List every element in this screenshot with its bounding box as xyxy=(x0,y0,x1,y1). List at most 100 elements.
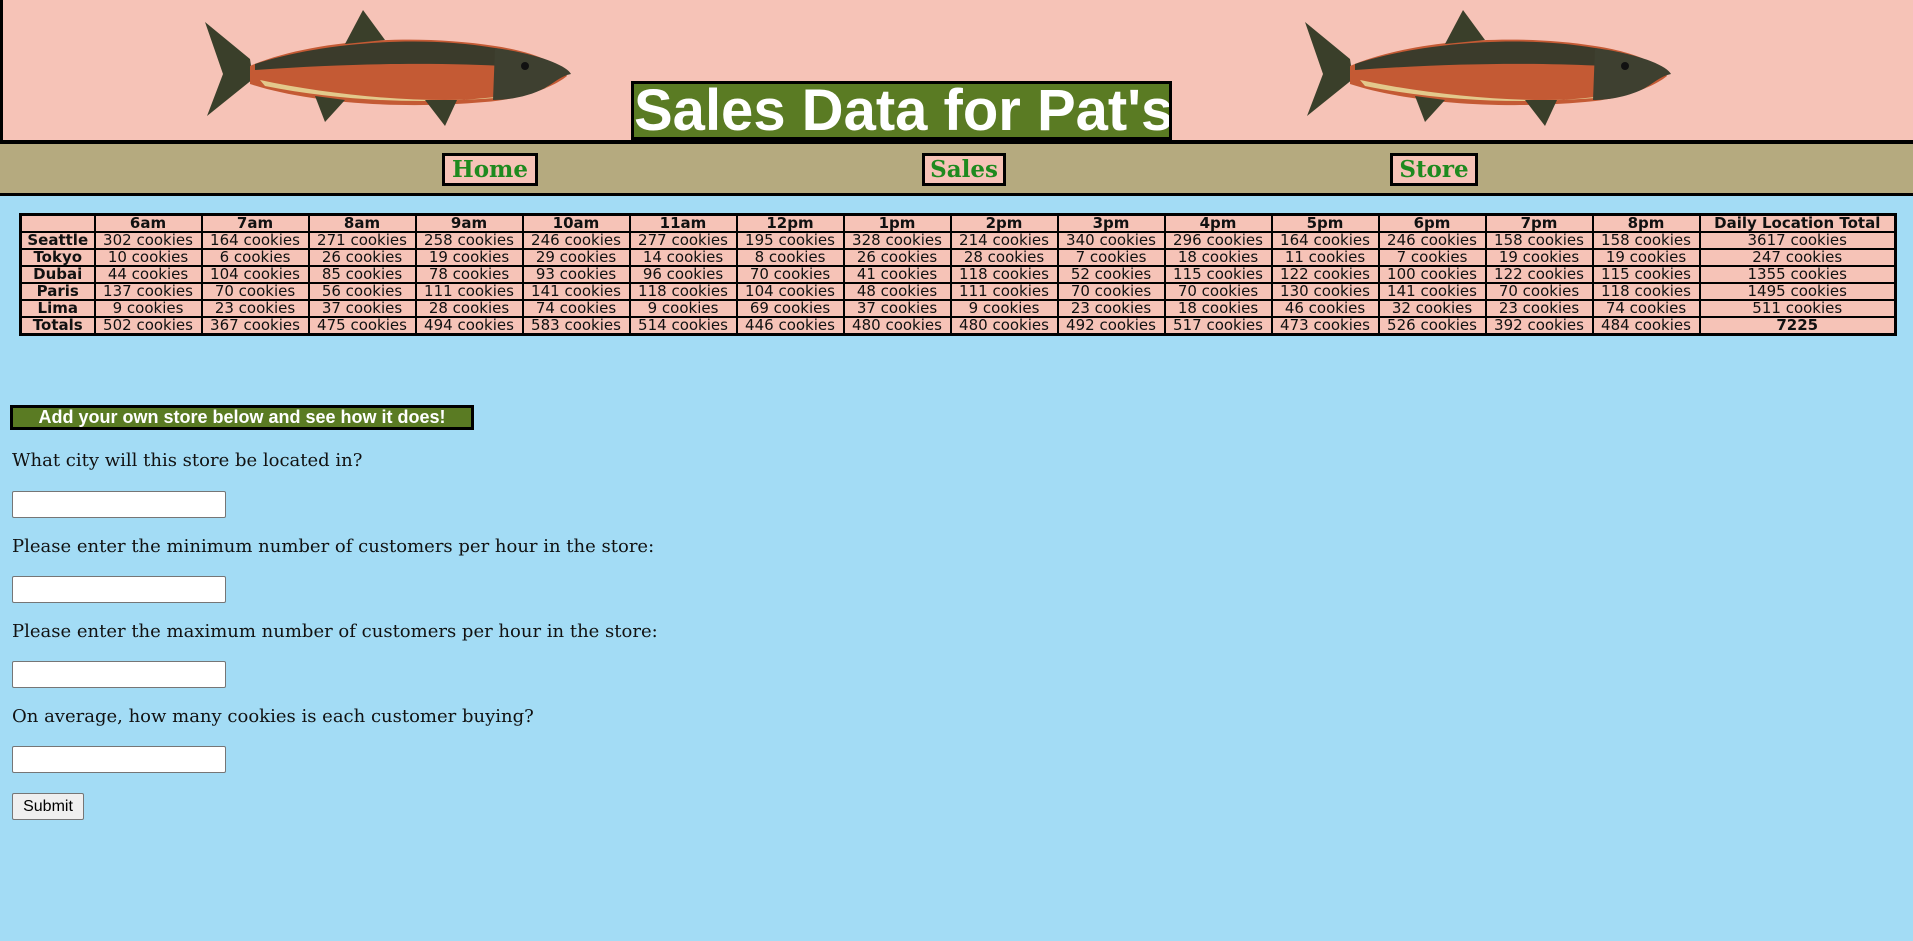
totals-cell: 484 cookies xyxy=(1591,316,1701,336)
sales-table: 6am 7am 8am 9am 10am 11am 12pm 1pm 2pm 3pm 4pm 5pm 6… xyxy=(19,213,1897,336)
table-cell: 214 cookies xyxy=(949,231,1059,250)
table-cell: 52 cookies xyxy=(1056,265,1166,284)
table-cell: 32 cookies xyxy=(1377,299,1487,318)
table-cell: 29 cookies xyxy=(521,248,631,267)
column-header: 1pm xyxy=(842,213,952,233)
table-cell: 74 cookies xyxy=(521,299,631,318)
table-cell: 69 cookies xyxy=(735,299,845,318)
table-cell: 85 cookies xyxy=(307,265,417,284)
table-cell: 340 cookies xyxy=(1056,231,1166,250)
min-customers-label: Please enter the minimum number of custo… xyxy=(12,536,655,557)
table-cell: 122 cookies xyxy=(1270,265,1380,284)
max-customers-input[interactable] xyxy=(12,661,226,688)
row-location-name: Dubai xyxy=(19,265,96,284)
table-cell: 93 cookies xyxy=(521,265,631,284)
table-cell: 7 cookies xyxy=(1056,248,1166,267)
table-cell: 246 cookies xyxy=(521,231,631,250)
table-cell: 118 cookies xyxy=(1591,282,1701,301)
table-cell: 141 cookies xyxy=(521,282,631,301)
totals-cell: 526 cookies xyxy=(1377,316,1487,336)
table-cell: 1355 cookies xyxy=(1698,265,1897,284)
table-cell: 70 cookies xyxy=(1163,282,1273,301)
table-cell: 18 cookies xyxy=(1163,248,1273,267)
table-cell: 9 cookies xyxy=(93,299,203,318)
column-header: 2pm xyxy=(949,213,1059,233)
table-cell: 23 cookies xyxy=(1484,299,1594,318)
grand-total-cell: 7225 xyxy=(1698,316,1897,336)
column-header: 7pm xyxy=(1484,213,1594,233)
table-cell: 137 cookies xyxy=(93,282,203,301)
table-cell: 111 cookies xyxy=(949,282,1059,301)
column-header: 8pm xyxy=(1591,213,1701,233)
table-cell: 28 cookies xyxy=(414,299,524,318)
table-cell: 28 cookies xyxy=(949,248,1059,267)
table-cell: 10 cookies xyxy=(93,248,203,267)
table-row: Tokyo 10 cookies 6 cookies 26 cookies 19 coo… xyxy=(19,248,1897,267)
table-cell: 258 cookies xyxy=(414,231,524,250)
column-header: 4pm xyxy=(1163,213,1273,233)
nav-link-store[interactable]: Store xyxy=(1390,153,1478,186)
column-header: 7am xyxy=(200,213,310,233)
totals-cell: 392 cookies xyxy=(1484,316,1594,336)
table-cell: 158 cookies xyxy=(1484,231,1594,250)
column-header: 12pm xyxy=(735,213,845,233)
avg-cookies-input[interactable] xyxy=(12,746,226,773)
totals-cell: 475 cookies xyxy=(307,316,417,336)
table-cell: 1495 cookies xyxy=(1698,282,1897,301)
table-cell: 118 cookies xyxy=(949,265,1059,284)
table-cell: 115 cookies xyxy=(1591,265,1701,284)
totals-cell: 517 cookies xyxy=(1163,316,1273,336)
column-header: Daily Location Total xyxy=(1698,213,1897,233)
table-cell: 302 cookies xyxy=(93,231,203,250)
table-cell: 104 cookies xyxy=(200,265,310,284)
totals-cell: 583 cookies xyxy=(521,316,631,336)
table-cell: 246 cookies xyxy=(1377,231,1487,250)
table-cell: 70 cookies xyxy=(1484,282,1594,301)
table-row: Seattle 302 cookies 164 cookies 271 cookies… xyxy=(19,231,1897,250)
totals-cell: 514 cookies xyxy=(628,316,738,336)
totals-cell: 494 cookies xyxy=(414,316,524,336)
totals-row: Totals 502 cookies 367 cookies 475 cookies 4… xyxy=(19,316,1897,336)
column-header xyxy=(19,213,96,233)
table-cell: 9 cookies xyxy=(628,299,738,318)
column-header: 5pm xyxy=(1270,213,1380,233)
table-cell: 111 cookies xyxy=(414,282,524,301)
totals-label: Totals xyxy=(19,316,96,336)
table-cell: 158 cookies xyxy=(1591,231,1701,250)
page-title: Sales Data for Pat's xyxy=(631,81,1172,140)
table-cell: 8 cookies xyxy=(735,248,845,267)
table-cell: 3617 cookies xyxy=(1698,231,1897,250)
table-cell: 115 cookies xyxy=(1163,265,1273,284)
row-location-name: Seattle xyxy=(19,231,96,250)
table-header-row: 6am 7am 8am 9am 10am 11am 12pm 1pm 2pm 3pm 4pm 5pm 6… xyxy=(19,213,1897,233)
table-cell: 277 cookies xyxy=(628,231,738,250)
table-cell: 195 cookies xyxy=(735,231,845,250)
table-cell: 18 cookies xyxy=(1163,299,1273,318)
row-location-name: Tokyo xyxy=(19,248,96,267)
table-cell: 44 cookies xyxy=(93,265,203,284)
table-cell: 6 cookies xyxy=(200,248,310,267)
table-cell: 26 cookies xyxy=(307,248,417,267)
table-cell: 70 cookies xyxy=(200,282,310,301)
table-cell: 37 cookies xyxy=(842,299,952,318)
table-cell: 328 cookies xyxy=(842,231,952,250)
column-header: 6am xyxy=(93,213,203,233)
nav-link-sales[interactable]: Sales xyxy=(922,153,1006,186)
table-cell: 23 cookies xyxy=(1056,299,1166,318)
city-label: What city will this store be located in? xyxy=(12,450,363,471)
city-input[interactable] xyxy=(12,491,226,518)
totals-cell: 502 cookies xyxy=(93,316,203,336)
table-cell: 118 cookies xyxy=(628,282,738,301)
table-cell: 100 cookies xyxy=(1377,265,1487,284)
nav-link-home[interactable]: Home xyxy=(442,153,538,186)
min-customers-input[interactable] xyxy=(12,576,226,603)
table-cell: 48 cookies xyxy=(842,282,952,301)
totals-cell: 480 cookies xyxy=(842,316,952,336)
submit-button[interactable]: Submit xyxy=(12,793,84,820)
table-cell: 74 cookies xyxy=(1591,299,1701,318)
table-cell: 78 cookies xyxy=(414,265,524,284)
table-cell: 96 cookies xyxy=(628,265,738,284)
table-cell: 104 cookies xyxy=(735,282,845,301)
table-cell: 19 cookies xyxy=(414,248,524,267)
column-header: 9am xyxy=(414,213,524,233)
